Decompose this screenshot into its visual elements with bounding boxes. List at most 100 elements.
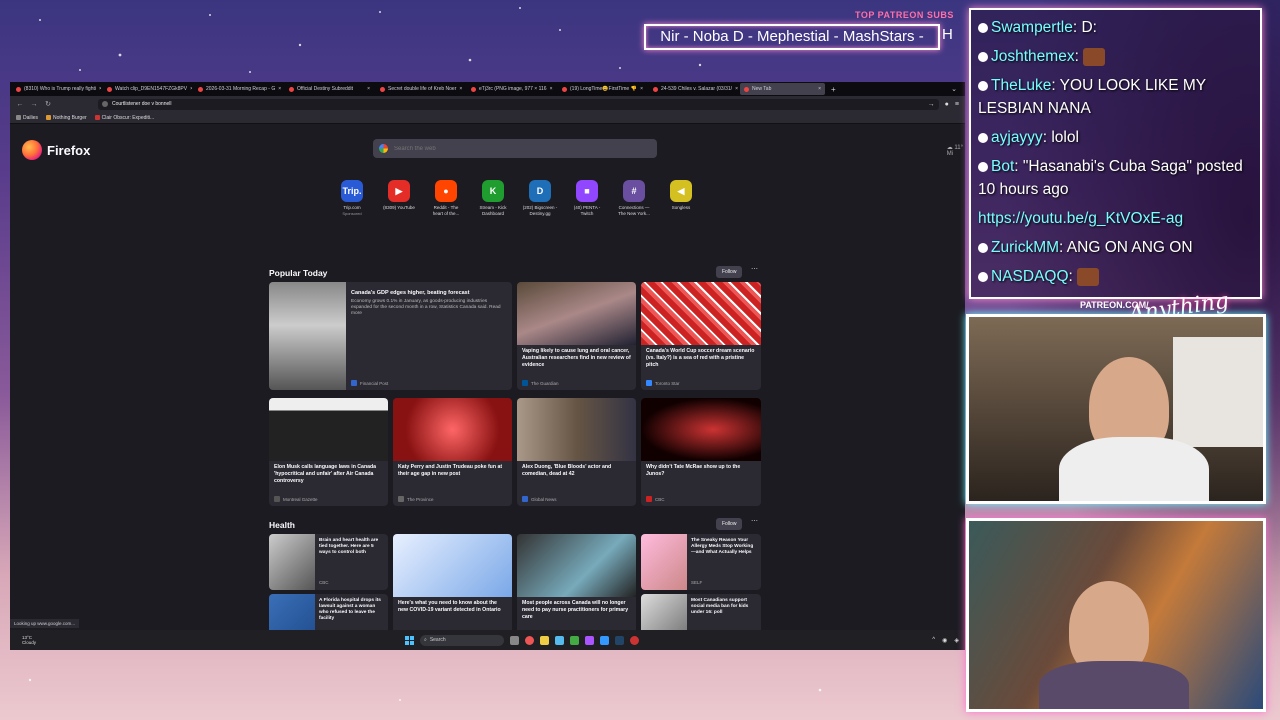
browser-tab[interactable]: 2026-03-31 Morning Recap - G ×	[194, 83, 283, 95]
chat-link[interactable]: https://youtu.be/g_KtVOxE-ag	[978, 210, 1183, 227]
feature-story-title: Canada's GDP edges higher, beating forec…	[351, 290, 470, 296]
browser-tab[interactable]: Secret double life of Kreb Noer ×	[376, 83, 465, 95]
chat-username[interactable]: ZurickMM	[991, 239, 1059, 256]
shortcut-tile[interactable]: ● Reddit - The heart of the...	[428, 180, 464, 216]
go-arrow-icon[interactable]: →	[928, 101, 935, 108]
close-icon[interactable]: ×	[367, 86, 370, 92]
health-follow-button[interactable]: Follow	[716, 518, 743, 530]
tab-favicon-icon	[289, 86, 294, 92]
tab-active[interactable]: New Tab ×	[740, 83, 825, 95]
browser-tab[interactable]: (19) LongTime😀FirstTime 👎 ×	[558, 83, 647, 95]
windows-start-icon[interactable]	[405, 635, 414, 645]
feature-story-card[interactable]: Canada's GDP edges higher, beating forec…	[269, 282, 512, 390]
health-more-icon[interactable]: ⋯	[751, 517, 758, 525]
emote-icon	[1083, 47, 1106, 66]
shortcut-tile[interactable]: D (202) Bigscreen - Destiny.gg	[522, 180, 558, 216]
chat-dot-icon	[978, 242, 988, 253]
tab-favicon-icon	[562, 86, 567, 92]
tab-favicon-icon	[471, 86, 476, 92]
close-icon[interactable]: ×	[735, 86, 738, 92]
chat-message: Joshthemex:	[978, 45, 1253, 68]
tab-list-chevron-icon[interactable]: ⌄	[951, 85, 957, 93]
shortcut-tile[interactable]: ▶ (8309) YouTube	[381, 180, 417, 216]
chat-username[interactable]: NASDAQQ	[991, 268, 1069, 285]
new-tab-button[interactable]: +	[831, 85, 836, 94]
browser-tab[interactable]: (8310) Who is Trump really fighti ×	[12, 83, 101, 95]
app-icon[interactable]	[555, 635, 564, 645]
reload-icon[interactable]: ↻	[44, 100, 52, 108]
steam-icon[interactable]	[615, 635, 624, 645]
app-icon[interactable]	[570, 635, 579, 645]
tab-bar: (8310) Who is Trump really fighti × Watch …	[10, 82, 965, 96]
shortcut-tile[interactable]: Trip. Trip.com Sponsored	[334, 180, 370, 216]
browser-tab[interactable]: Official Destiny Subreddit ×	[285, 83, 374, 95]
app-icon[interactable]	[600, 635, 609, 645]
popular-follow-button[interactable]: Follow	[716, 266, 743, 278]
bookmark-clair-obscur[interactable]: Clair Obscur: Expediti...	[94, 115, 154, 121]
weather-widget[interactable]: ☁ 11° Mi	[947, 144, 963, 157]
feature-story-excerpt: Economy grows 0.1% in January, as goods-…	[351, 299, 501, 316]
tab-favicon-icon	[107, 86, 112, 92]
shortcut-tile[interactable]: # Connections — The New York...	[616, 180, 652, 216]
back-icon[interactable]: ←	[16, 101, 24, 108]
app-icon[interactable]	[585, 635, 594, 645]
close-icon[interactable]: ×	[99, 86, 101, 92]
url-bar[interactable]: →	[98, 98, 939, 110]
close-icon[interactable]: ×	[278, 86, 281, 92]
menu-icon[interactable]: ≡	[955, 101, 959, 108]
browser-tab[interactable]: eTj3rc (PNG image, 977 × 116 ×	[467, 83, 556, 95]
popular-more-icon[interactable]: ⋯	[751, 265, 758, 273]
health-story-card[interactable]: Brain and heart health are tied together…	[269, 534, 388, 590]
taskbar-weather[interactable]: 13°C Cloudy	[22, 635, 36, 645]
story-card[interactable]: Why didn't Tate McRae show up to the Jun…	[641, 398, 761, 506]
chat-username[interactable]: TheLuke	[991, 77, 1051, 94]
browser-tab[interactable]: Watch clip_D9EN1547FZGk8PV ×	[103, 83, 192, 95]
file-explorer-icon[interactable]	[540, 635, 549, 645]
tray-chevron-icon[interactable]: ^	[932, 637, 935, 644]
shortcut-icon: D	[529, 180, 551, 202]
chat-username[interactable]: Joshthemex	[991, 48, 1075, 65]
health-story-card[interactable]: The Sneaky Reason Your Allergy Meds Stop…	[641, 534, 761, 590]
shortcut-tile[interactable]: ◀ Songless	[663, 180, 699, 216]
close-icon[interactable]: ×	[550, 86, 553, 92]
chat-username[interactable]: Bot	[991, 158, 1014, 175]
shortcut-tile[interactable]: K Stream - Kick Dashboard	[475, 180, 511, 216]
stream-chat: Swampertle: D: Joshthemex: TheLuke: YOU L…	[969, 8, 1262, 299]
close-icon[interactable]: ×	[459, 86, 462, 92]
story-card[interactable]: Alex Duong, 'Blue Bloods' actor and come…	[517, 398, 636, 506]
firefox-logo: Firefox	[22, 140, 90, 160]
story-card[interactable]: Vaping likely to cause lung and oral can…	[517, 282, 636, 390]
story-card[interactable]: Elon Musk calls language laws in Canada …	[269, 398, 388, 506]
forward-icon[interactable]: →	[30, 101, 38, 108]
tab-favicon-icon	[653, 86, 658, 92]
webcam-bottom	[966, 518, 1266, 712]
chat-text: ANG ON ANG ON	[1066, 239, 1193, 256]
tab-label: eTj3rc (PNG image, 977 × 116	[479, 86, 547, 92]
story-card[interactable]: Katy Perry and Justin Trudeau poke fun a…	[393, 398, 512, 506]
bookmark-nothing-burger[interactable]: Nothing Burger	[46, 115, 87, 121]
url-input[interactable]	[112, 101, 412, 107]
web-search-input[interactable]	[394, 145, 472, 152]
close-icon[interactable]: ×	[640, 86, 643, 92]
firefox-taskbar-icon[interactable]	[525, 635, 534, 645]
tray-app-icon[interactable]: ◈	[954, 637, 959, 644]
story-card[interactable]: Canada's World Cup soccer dream scenario…	[641, 282, 761, 390]
account-icon[interactable]: ●	[945, 101, 949, 108]
shortcut-tile[interactable]: ■ (40) PENTA - Twitch	[569, 180, 605, 216]
web-search-box[interactable]	[373, 139, 657, 158]
app-icon[interactable]	[630, 635, 639, 645]
taskbar-search[interactable]: ⌕ Search	[420, 634, 504, 646]
chat-username[interactable]: ayjayyy	[991, 129, 1043, 146]
popular-today-heading: Popular Today	[269, 268, 328, 278]
story-image	[269, 398, 388, 461]
browser-tab[interactable]: 24-539 Chiles v. Salazar (03/31/×	[649, 83, 738, 95]
chat-message: Swampertle: D:	[978, 16, 1253, 39]
bookmark-dailies[interactable]: Dailies	[16, 115, 38, 121]
tray-app-icon[interactable]: ◉	[942, 637, 947, 644]
task-view-icon[interactable]	[510, 635, 519, 645]
folder-icon	[16, 115, 21, 120]
chat-username[interactable]: Swampertle	[991, 19, 1073, 36]
close-icon[interactable]: ×	[818, 86, 821, 92]
close-icon[interactable]: ×	[190, 86, 192, 92]
windows-taskbar: 13°C Cloudy ⌕ Search ^ ◉ ◈	[10, 630, 965, 650]
